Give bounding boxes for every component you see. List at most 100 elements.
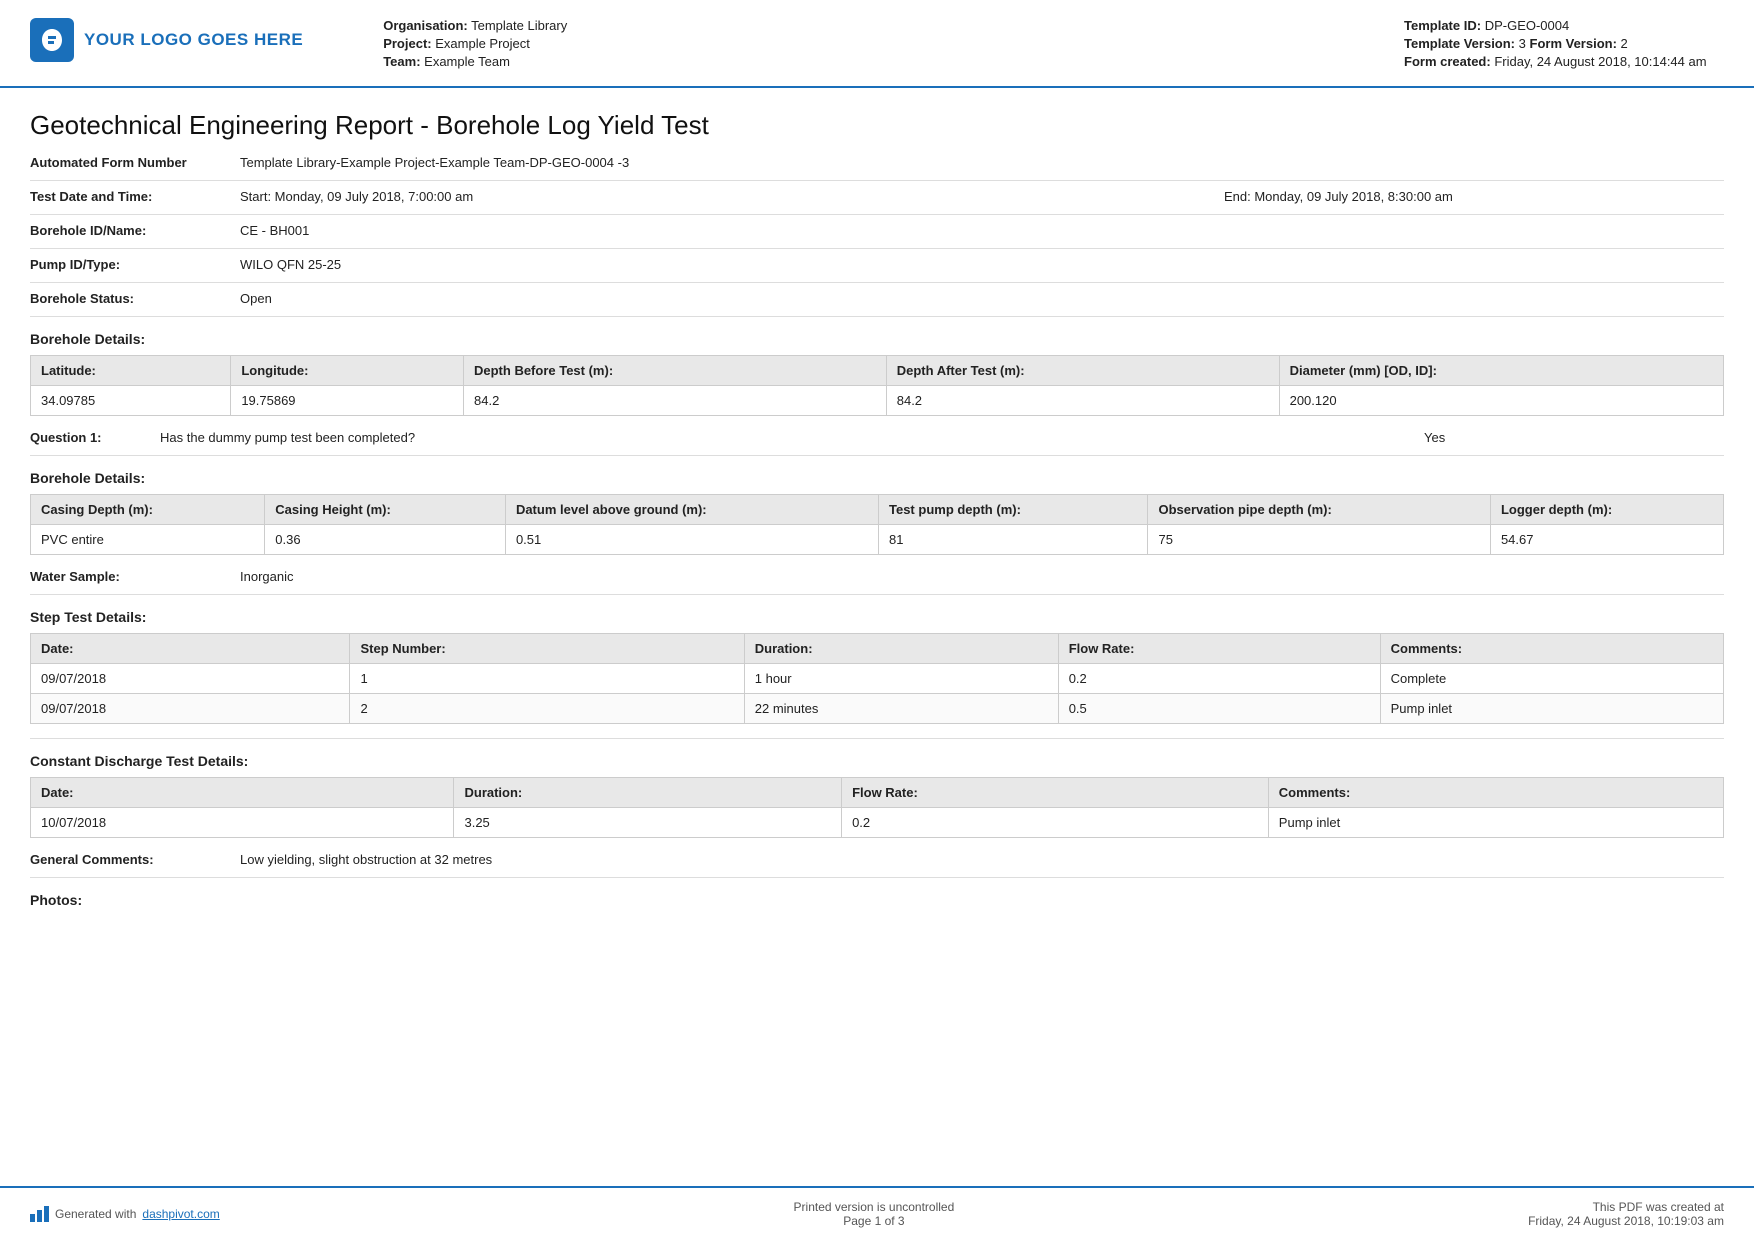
col-datum-level: Datum level above ground (m): (505, 495, 878, 525)
cell-step-2: 2 (350, 694, 744, 724)
form-created-value: Friday, 24 August 2018, 10:14:44 am (1494, 54, 1706, 69)
borehole-details-1-title: Borehole Details: (30, 331, 1724, 347)
template-id-value: DP-GEO-0004 (1485, 18, 1570, 33)
constant-discharge-table: Date: Duration: Flow Rate: Comments: 10/… (30, 777, 1724, 838)
template-id-row: Template ID: DP-GEO-0004 (1404, 18, 1724, 33)
step-test-table: Date: Step Number: Duration: Flow Rate: … (30, 633, 1724, 724)
cell-latitude: 34.09785 (31, 386, 231, 416)
project-row: Project: Example Project (383, 36, 1404, 51)
question1-answer: Yes (1424, 430, 1724, 445)
test-date-label: Test Date and Time: (30, 189, 240, 204)
org-row: Organisation: Template Library (383, 18, 1404, 33)
divider-2 (30, 214, 1724, 215)
col-casing-depth: Casing Depth (m): (31, 495, 265, 525)
cell-depth-after: 84.2 (886, 386, 1279, 416)
constant-discharge-title: Constant Discharge Test Details: (30, 753, 1724, 769)
cell-cd-comments: Pump inlet (1268, 808, 1723, 838)
general-comments-label: General Comments: (30, 852, 240, 867)
col-test-pump-depth: Test pump depth (m): (879, 495, 1148, 525)
photos-title: Photos: (30, 892, 1724, 908)
footer-right-line1: This PDF was created at (1528, 1200, 1724, 1214)
divider-9 (30, 877, 1724, 878)
team-row: Team: Example Team (383, 54, 1404, 69)
footer-left: Generated with dashpivot.com (30, 1206, 220, 1222)
footer-center-line2: Page 1 of 3 (794, 1214, 955, 1228)
borehole-status-label: Borehole Status: (30, 291, 240, 306)
cell-duration-2: 22 minutes (744, 694, 1058, 724)
cell-flow-rate-2: 0.5 (1058, 694, 1380, 724)
cell-casing-depth: PVC entire (31, 525, 265, 555)
bar1 (30, 1214, 35, 1222)
borehole-details-1-table: Latitude: Longitude: Depth Before Test (… (30, 355, 1724, 416)
table-row: PVC entire 0.36 0.51 81 75 54.67 (31, 525, 1724, 555)
project-label: Project: (383, 36, 431, 51)
divider-3 (30, 248, 1724, 249)
footer: Generated with dashpivot.com Printed ver… (0, 1186, 1754, 1240)
col-cd-flow-rate: Flow Rate: (842, 778, 1269, 808)
logo-area: YOUR LOGO GOES HERE (30, 18, 303, 62)
col-date: Date: (31, 634, 350, 664)
cell-logger-depth: 54.67 (1490, 525, 1723, 555)
general-comments-row: General Comments: Low yielding, slight o… (30, 852, 1724, 867)
logo-text: YOUR LOGO GOES HERE (84, 30, 303, 50)
cell-depth-before: 84.2 (464, 386, 887, 416)
cell-date-2: 09/07/2018 (31, 694, 350, 724)
borehole-id-row: Borehole ID/Name: CE - BH001 (30, 223, 1724, 238)
automated-form-label: Automated Form Number (30, 155, 240, 170)
col-step-number: Step Number: (350, 634, 744, 664)
divider-8 (30, 738, 1724, 739)
automated-form-value: Template Library-Example Project-Example… (240, 155, 1724, 170)
footer-right-line2: Friday, 24 August 2018, 10:19:03 am (1528, 1214, 1724, 1228)
footer-right: This PDF was created at Friday, 24 Augus… (1528, 1200, 1724, 1228)
water-sample-value: Inorganic (240, 569, 1724, 584)
cell-datum-level: 0.51 (505, 525, 878, 555)
cell-flow-rate-1: 0.2 (1058, 664, 1380, 694)
cell-diameter: 200.120 (1279, 386, 1723, 416)
project-value: Example Project (435, 36, 530, 51)
header-center: Organisation: Template Library Project: … (303, 18, 1404, 72)
step-test-header-row: Date: Step Number: Duration: Flow Rate: … (31, 634, 1724, 664)
water-sample-row: Water Sample: Inorganic (30, 569, 1724, 584)
team-value: Example Team (424, 54, 510, 69)
bar3 (44, 1206, 49, 1222)
test-date-start: Start: Monday, 09 July 2018, 7:00:00 am (240, 189, 1224, 204)
main-content: Geotechnical Engineering Report - Boreho… (0, 88, 1754, 1186)
pump-id-value: WILO QFN 25-25 (240, 257, 1724, 272)
template-id-label: Template ID: (1404, 18, 1481, 33)
divider-1 (30, 180, 1724, 181)
table-header-row: Latitude: Longitude: Depth Before Test (… (31, 356, 1724, 386)
cd-header-row: Date: Duration: Flow Rate: Comments: (31, 778, 1724, 808)
col-casing-height: Casing Height (m): (265, 495, 506, 525)
form-version-value: 2 (1621, 36, 1628, 51)
table-row: 10/07/2018 3.25 0.2 Pump inlet (31, 808, 1724, 838)
page: YOUR LOGO GOES HERE Organisation: Templa… (0, 0, 1754, 1240)
header: YOUR LOGO GOES HERE Organisation: Templa… (0, 0, 1754, 88)
bar2 (37, 1210, 42, 1222)
divider-5 (30, 316, 1724, 317)
form-created-row: Form created: Friday, 24 August 2018, 10… (1404, 54, 1724, 69)
table-header-row-2: Casing Depth (m): Casing Height (m): Dat… (31, 495, 1724, 525)
step-test-title: Step Test Details: (30, 609, 1724, 625)
form-version-label: Form Version: (1530, 36, 1617, 51)
form-created-label: Form created: (1404, 54, 1491, 69)
table-row: 09/07/2018 2 22 minutes 0.5 Pump inlet (31, 694, 1724, 724)
col-comments: Comments: (1380, 634, 1723, 664)
borehole-details-2-table: Casing Depth (m): Casing Height (m): Dat… (30, 494, 1724, 555)
col-logger-depth: Logger depth (m): (1490, 495, 1723, 525)
col-depth-after: Depth After Test (m): (886, 356, 1279, 386)
col-flow-rate: Flow Rate: (1058, 634, 1380, 664)
cell-duration-1: 1 hour (744, 664, 1058, 694)
table-row: 09/07/2018 1 1 hour 0.2 Complete (31, 664, 1724, 694)
borehole-status-value: Open (240, 291, 1724, 306)
cell-step-1: 1 (350, 664, 744, 694)
footer-link[interactable]: dashpivot.com (142, 1207, 219, 1221)
template-version-row: Template Version: 3 Form Version: 2 (1404, 36, 1724, 51)
header-right: Template ID: DP-GEO-0004 Template Versio… (1404, 18, 1724, 72)
general-comments-value: Low yielding, slight obstruction at 32 m… (240, 852, 1724, 867)
template-version-label: Template Version: (1404, 36, 1515, 51)
col-diameter: Diameter (mm) [OD, ID]: (1279, 356, 1723, 386)
team-label: Team: (383, 54, 420, 69)
pump-id-row: Pump ID/Type: WILO QFN 25-25 (30, 257, 1724, 272)
question1-text: Has the dummy pump test been completed? (160, 430, 1424, 445)
question1-row: Question 1: Has the dummy pump test been… (30, 430, 1724, 445)
